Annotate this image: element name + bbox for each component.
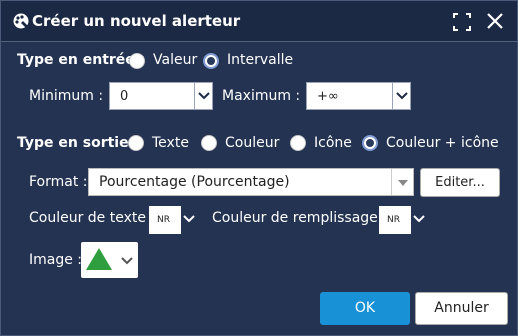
fill-color-value: NR bbox=[387, 215, 400, 225]
fill-color-label: Couleur de remplissage : bbox=[212, 210, 387, 226]
radio-texte-label: Texte bbox=[152, 135, 189, 151]
radio-couleur-icone[interactable] bbox=[362, 135, 378, 151]
radio-valeur-label: Valeur bbox=[153, 52, 198, 68]
chevron-down-icon bbox=[198, 92, 210, 100]
dialog-title: Créer un nouvel alerteur bbox=[32, 12, 241, 30]
triangle-up-icon bbox=[86, 248, 112, 270]
ok-button[interactable]: OK bbox=[320, 292, 410, 325]
minimum-dropdown-button[interactable] bbox=[194, 83, 212, 109]
minimum-value: 0 bbox=[120, 89, 129, 104]
format-dropdown-button[interactable] bbox=[391, 169, 413, 195]
radio-couleur-icone-label: Couleur + icône bbox=[386, 135, 499, 151]
input-type-label: Type en entrée : bbox=[17, 52, 146, 68]
text-color-value: NR bbox=[157, 215, 170, 225]
maximum-field[interactable]: +∞ bbox=[306, 82, 411, 110]
radio-icone-label: Icône bbox=[314, 135, 352, 151]
cancel-button[interactable]: Annuler bbox=[415, 292, 508, 325]
format-value: Pourcentage (Pourcentage) bbox=[99, 174, 290, 190]
fill-color-swatch[interactable]: NR bbox=[379, 206, 411, 234]
radio-icone[interactable] bbox=[290, 135, 306, 151]
caret-down-icon bbox=[398, 180, 408, 186]
maximum-value: +∞ bbox=[317, 89, 339, 104]
text-color-swatch[interactable]: NR bbox=[149, 206, 181, 234]
palette-icon bbox=[13, 13, 29, 29]
format-select[interactable]: Pourcentage (Pourcentage) bbox=[88, 168, 414, 196]
maximize-icon[interactable] bbox=[453, 13, 471, 31]
alert-dialog: Créer un nouvel alerteur Type en entrée … bbox=[0, 0, 518, 336]
image-label: Image : bbox=[29, 252, 83, 268]
close-icon[interactable] bbox=[486, 12, 504, 30]
radio-couleur-label: Couleur bbox=[225, 135, 280, 151]
radio-couleur[interactable] bbox=[201, 135, 217, 151]
minimum-label: Minimum : bbox=[29, 88, 104, 104]
edit-format-button[interactable]: Editer... bbox=[420, 168, 500, 197]
chevron-down-icon[interactable] bbox=[413, 215, 425, 223]
chevron-down-icon[interactable] bbox=[121, 257, 133, 265]
title-bar: Créer un nouvel alerteur bbox=[1, 1, 517, 42]
chevron-down-icon[interactable] bbox=[183, 215, 195, 223]
minimum-field[interactable]: 0 bbox=[109, 82, 213, 110]
radio-intervalle-label: Intervalle bbox=[227, 52, 294, 68]
radio-valeur[interactable] bbox=[129, 53, 145, 69]
radio-intervalle[interactable] bbox=[203, 53, 219, 69]
format-label: Format : bbox=[29, 174, 88, 190]
output-type-label: Type en sortie : bbox=[17, 135, 140, 151]
radio-texte[interactable] bbox=[128, 135, 144, 151]
maximum-dropdown-button[interactable] bbox=[392, 83, 410, 109]
maximum-label: Maximum : bbox=[222, 88, 301, 104]
image-select[interactable] bbox=[81, 242, 138, 278]
chevron-down-icon bbox=[396, 92, 408, 100]
text-color-label: Couleur de texte : bbox=[29, 210, 156, 226]
